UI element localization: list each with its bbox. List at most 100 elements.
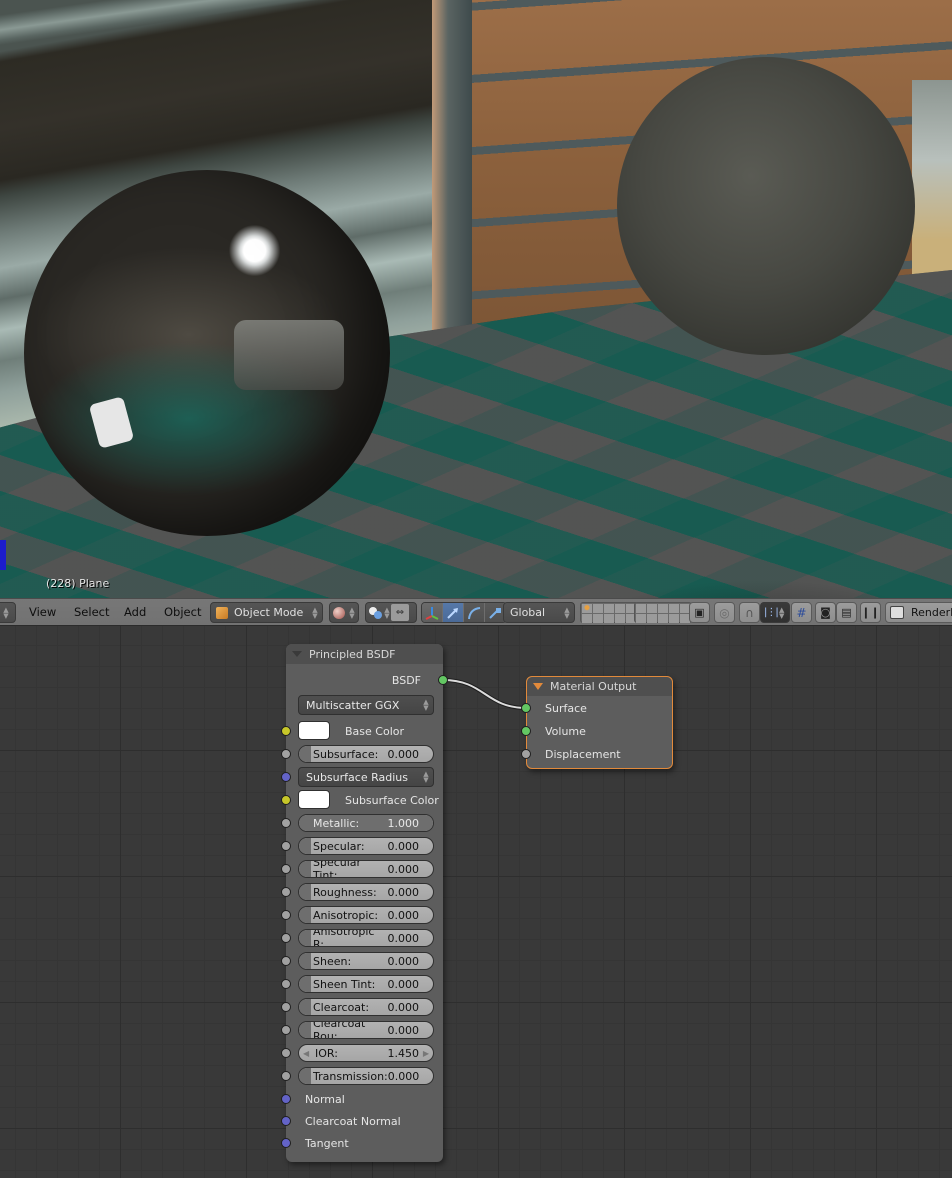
ior-number-field[interactable]: ◀ IOR: 1.450 ▶ [298, 1044, 434, 1062]
mode-select[interactable]: Object Mode ▲ ▼ [210, 602, 323, 623]
principled-bsdf-header[interactable]: Principled BSDF [286, 644, 443, 664]
socket-sheen[interactable] [281, 956, 291, 966]
viewport-shading-select[interactable]: ▲ ▼ [329, 602, 359, 623]
layer-12[interactable] [593, 614, 603, 623]
socket-clearcoat-normal[interactable] [281, 1116, 291, 1126]
metallic-slider[interactable]: Metallic: 1.000 [298, 814, 434, 832]
socket-subsurface-radius[interactable] [281, 772, 291, 782]
translate-arrow-icon[interactable] [443, 603, 464, 622]
3d-viewport-render[interactable]: (228) Plane [0, 0, 952, 598]
layer-9[interactable] [669, 604, 679, 613]
socket-clearcoat[interactable] [281, 1002, 291, 1012]
slider-fill [299, 1022, 311, 1038]
volume-label: Volume [545, 725, 586, 738]
principled-bsdf-node[interactable]: Principled BSDF BSDF Multiscatter GGX ▲ ▼… [281, 644, 448, 1162]
menu-view[interactable]: View [29, 605, 56, 619]
layer-6[interactable] [636, 604, 646, 613]
material-output-header[interactable]: Material Output [527, 677, 672, 696]
viewport-header: ▲ ▼ View Select Add Object Object Mode ▲ ▼… [0, 598, 952, 626]
pause-button[interactable]: ❙❙ [860, 602, 881, 623]
collapse-triangle-icon[interactable] [292, 651, 302, 657]
layer-16[interactable] [636, 614, 646, 623]
scene-layers-group-2[interactable] [634, 602, 692, 623]
clearcoat-slider[interactable]: Clearcoat: 0.000 [298, 998, 434, 1016]
render-layers-button[interactable]: RenderL [885, 602, 952, 623]
sheen-slider[interactable]: Sheen: 0.000 [298, 952, 434, 970]
layer-1[interactable] [582, 604, 592, 613]
anisotropic-r-slider[interactable]: Anisotropic R: 0.000 [298, 929, 434, 947]
socket-specular-tint[interactable] [281, 864, 291, 874]
layer-19[interactable] [669, 614, 679, 623]
anisotropic-slider[interactable]: Anisotropic: 0.000 [298, 906, 434, 924]
layer-7[interactable] [647, 604, 657, 613]
diffuse-sphere [617, 57, 915, 355]
render-still-button[interactable]: ◙ [815, 602, 836, 623]
roughness-slider[interactable]: Roughness: 0.000 [298, 883, 434, 901]
socket-subsurface[interactable] [281, 749, 291, 759]
socket-input-surface[interactable] [521, 703, 531, 713]
layer-18[interactable] [658, 614, 668, 623]
layer-8[interactable] [658, 604, 668, 613]
socket-subsurface-color[interactable] [281, 795, 291, 805]
material-output-node[interactable]: Material Output Surface Volume Displacem… [521, 676, 673, 769]
subsurface-slider[interactable]: Subsurface: 0.000 [298, 745, 434, 763]
layer-lock-button[interactable]: ▣ [689, 602, 710, 623]
editor-type-button[interactable]: ▲ ▼ [0, 602, 16, 623]
increment-arrow-icon[interactable]: ▶ [423, 1049, 429, 1058]
socket-anisotropic[interactable] [281, 910, 291, 920]
pivot-select[interactable]: ▲ ▼ ⇔ [365, 602, 417, 623]
socket-ior[interactable] [281, 1048, 291, 1058]
socket-normal[interactable] [281, 1094, 291, 1104]
base-color-swatch[interactable] [298, 721, 330, 740]
background-right-edge [912, 80, 952, 280]
socket-anisotropic-r[interactable] [281, 933, 291, 943]
socket-clearcoat-rou[interactable] [281, 1025, 291, 1035]
socket-transmission[interactable] [281, 1071, 291, 1081]
menu-select[interactable]: Select [74, 605, 109, 619]
layer-2[interactable] [593, 604, 603, 613]
socket-specular[interactable] [281, 841, 291, 851]
subsurface-color-swatch[interactable] [298, 790, 330, 809]
collapse-triangle-icon[interactable] [533, 683, 543, 690]
layer-13[interactable] [604, 614, 614, 623]
proportional-edit-button[interactable]: ◎ [714, 602, 735, 623]
scene-layers-group-1[interactable] [580, 602, 638, 623]
snap-element-select[interactable]: |⋮| ▲ ▼ [760, 602, 790, 623]
snap-target-button[interactable]: # [791, 602, 812, 623]
clearcoat-rou-slider[interactable]: Clearcoat Rou: 0.000 [298, 1021, 434, 1039]
layer-4[interactable] [615, 604, 625, 613]
specular-tint-label: Specular Tint: [313, 860, 362, 878]
specular-value: 0.000 [387, 839, 420, 853]
socket-input-volume[interactable] [521, 726, 531, 736]
specular-tint-slider[interactable]: Specular Tint: 0.000 [298, 860, 434, 878]
sheen-tint-slider[interactable]: Sheen Tint: 0.000 [298, 975, 434, 993]
background-pillar [432, 0, 472, 330]
socket-base-color[interactable] [281, 726, 291, 736]
layer-14[interactable] [615, 614, 625, 623]
socket-roughness[interactable] [281, 887, 291, 897]
render-animation-button[interactable]: ▤ [836, 602, 857, 623]
distribution-select[interactable]: Multiscatter GGX ▲ ▼ [298, 695, 434, 715]
socket-sheen-tint[interactable] [281, 979, 291, 989]
slider-fill [299, 953, 311, 969]
menu-object[interactable]: Object [164, 605, 201, 619]
subsurface-method-select[interactable]: Subsurface Radius ▲ ▼ [298, 767, 434, 787]
transmission-slider[interactable]: Transmission: 0.000 [298, 1067, 434, 1085]
specular-slider[interactable]: Specular: 0.000 [298, 837, 434, 855]
socket-tangent[interactable] [281, 1138, 291, 1148]
layer-3[interactable] [604, 604, 614, 613]
socket-input-displacement[interactable] [521, 749, 531, 759]
socket-output-bsdf[interactable] [438, 675, 448, 685]
socket-metallic[interactable] [281, 818, 291, 828]
layer-17[interactable] [647, 614, 657, 623]
layer-11[interactable] [582, 614, 592, 623]
rotate-arc-icon[interactable] [464, 603, 485, 622]
decrement-arrow-icon[interactable]: ◀ [303, 1049, 309, 1058]
sphere-reflection-panel [234, 320, 344, 390]
node-editor-canvas[interactable]: Principled BSDF BSDF Multiscatter GGX ▲ ▼… [0, 626, 952, 1178]
manipulator-axes-icon[interactable] [422, 603, 443, 622]
snap-center-icon[interactable]: ⇔ [391, 604, 409, 621]
transform-orientation-select[interactable]: Global ▲ ▼ [503, 602, 575, 623]
snap-toggle-button[interactable]: ∩ [739, 602, 760, 623]
menu-add[interactable]: Add [124, 605, 146, 619]
